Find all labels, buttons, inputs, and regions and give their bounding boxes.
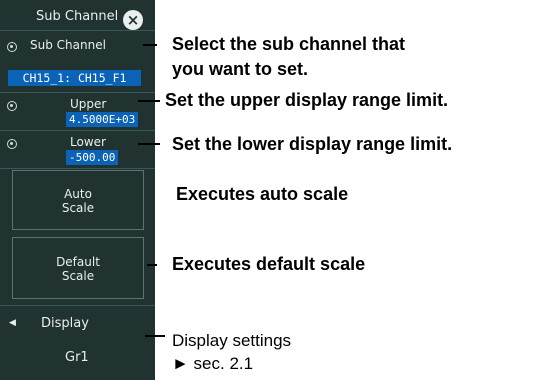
annotation-default-scale: Executes default scale xyxy=(172,254,366,274)
upper-value[interactable]: 4.5000E+03 xyxy=(66,112,139,127)
panel-header: Sub Channel × xyxy=(0,3,155,30)
divider xyxy=(0,168,155,169)
annotation-upper: Set the upper display range limit. xyxy=(165,90,449,110)
auto-scale-label-line2: Scale xyxy=(61,201,95,215)
leader-line xyxy=(145,335,165,337)
annotation-auto-scale: Executes auto scale xyxy=(176,184,349,204)
display-label: Display xyxy=(41,316,89,331)
leader-line xyxy=(147,264,157,266)
annotation-sub-channel-line1: Select the sub channel that xyxy=(172,34,406,54)
sub-channel-radio-icon[interactable] xyxy=(7,42,17,52)
divider xyxy=(0,130,155,131)
annotation-sub-channel-line2: you want to set. xyxy=(172,59,309,79)
annotation-display-line2: ► sec. 2.1 xyxy=(172,354,254,373)
panel-title: Sub Channel xyxy=(36,9,119,24)
annotation-display-line1: Display settings xyxy=(172,331,292,350)
sub-channel-panel: Sub Channel × Sub Channel CH15_1: CH15_F… xyxy=(0,0,155,380)
auto-scale-button[interactable]: Auto Scale xyxy=(12,170,144,230)
default-scale-label-line2: Scale xyxy=(61,269,95,283)
auto-scale-label-line1: Auto xyxy=(64,187,92,201)
upper-label: Upper xyxy=(70,97,107,111)
default-scale-label-line1: Default xyxy=(56,255,100,269)
lower-value[interactable]: -500.00 xyxy=(66,150,119,165)
divider xyxy=(0,305,155,306)
display-value: Gr1 xyxy=(65,350,89,365)
close-icon[interactable]: × xyxy=(123,10,143,30)
lower-label: Lower xyxy=(70,135,106,149)
divider xyxy=(0,30,155,31)
chevron-left-icon: ◀ xyxy=(9,318,16,328)
leader-line xyxy=(138,100,160,102)
default-scale-button[interactable]: Default Scale xyxy=(12,237,144,299)
leader-line xyxy=(143,44,157,46)
sub-channel-value[interactable]: CH15_1: CH15_F1 xyxy=(8,70,141,86)
sub-channel-label: Sub Channel xyxy=(30,38,106,52)
upper-radio-icon[interactable] xyxy=(7,101,17,111)
leader-line xyxy=(138,143,160,145)
lower-radio-icon[interactable] xyxy=(7,139,17,149)
divider xyxy=(0,92,155,93)
annotation-lower: Set the lower display range limit. xyxy=(172,134,453,154)
